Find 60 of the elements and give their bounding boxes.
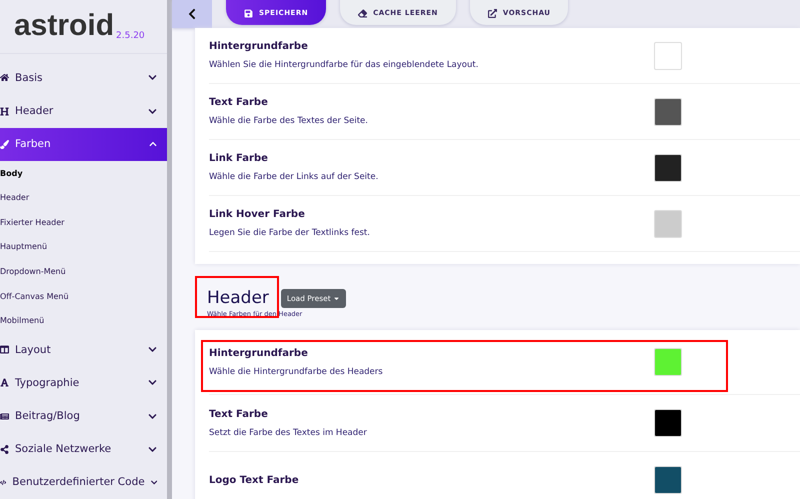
- color-swatch[interactable]: [654, 210, 682, 238]
- setting-title: Hintergrundfarbe: [209, 41, 309, 52]
- chevron-left-icon: [186, 8, 198, 20]
- chevron-down-icon: [148, 345, 157, 354]
- color-swatch[interactable]: [654, 42, 682, 70]
- save-icon: [244, 8, 253, 18]
- setting-title: Text Farbe: [209, 97, 269, 108]
- setting-title: Link Hover Farbe: [209, 209, 306, 220]
- chevron-down-icon: [148, 444, 157, 454]
- back-button[interactable]: [172, 0, 212, 28]
- nav-item[interactable]: Layout: [0, 333, 167, 366]
- nav-item[interactable]: Benutzerdefinierter Code: [0, 466, 167, 499]
- submenu-item[interactable]: Mobilmenü: [0, 308, 167, 334]
- setting-description: Legen Sie die Farbe der Textlinks fest.: [209, 228, 371, 238]
- submenu-item[interactable]: Fixierter Header: [0, 210, 167, 235]
- caret-icon: [332, 294, 340, 302]
- color-swatch[interactable]: [654, 348, 682, 376]
- setting-title: Logo Text Farbe: [209, 474, 300, 486]
- setting-description: Wähle die Farbe des Textes der Seite.: [209, 116, 369, 126]
- nav-item[interactable]: Soziale Netzwerke: [0, 432, 167, 466]
- setting-description: Wähle die Farbe der Links auf der Seite.: [209, 172, 380, 182]
- nav-item[interactable]: Beitrag/Blog: [0, 399, 167, 433]
- submenu-item[interactable]: Body: [0, 160, 167, 186]
- newspaper-icon: [0, 412, 9, 421]
- share-icon: [0, 444, 9, 454]
- setting-title: Hintergrundfarbe: [209, 348, 309, 358]
- brush-icon: [0, 140, 9, 149]
- chevron-down-icon: [148, 412, 157, 421]
- setting-title: Link Farbe: [209, 153, 269, 164]
- submenu-item[interactable]: Hauptmenü: [0, 234, 167, 260]
- letter-icon: [0, 378, 9, 388]
- eraser-icon: [358, 8, 368, 18]
- nav-item[interactable]: Basis: [0, 61, 167, 94]
- chevron-down-icon: [148, 73, 157, 82]
- color-swatch[interactable]: [654, 466, 682, 494]
- nav-item[interactable]: Header: [0, 94, 167, 128]
- chevron-down-icon: [148, 106, 157, 116]
- home-icon: [0, 73, 9, 82]
- external-link-icon: [488, 8, 497, 18]
- version-label: 2.5.20: [116, 30, 145, 41]
- heading-icon: [0, 106, 9, 116]
- columns-icon: [0, 345, 9, 354]
- chevron-up-icon: [149, 140, 157, 148]
- setting-description: Setzt die Farbe des Textes im Header: [209, 428, 368, 438]
- color-swatch[interactable]: [654, 154, 682, 182]
- code-icon: [0, 478, 6, 487]
- setting-description: Wähle die Hintergrundfarbe des Headers: [209, 366, 384, 376]
- section-title: Header: [207, 288, 269, 308]
- color-swatch[interactable]: [654, 98, 682, 126]
- setting-description: Wählen Sie die Hintergrundfarbe für das eingeblendete Layout.: [209, 60, 480, 70]
- submenu-item[interactable]: Header: [0, 185, 167, 210]
- logo: astroid: [14, 10, 114, 41]
- chevron-down-icon: [150, 478, 157, 487]
- nav-item[interactable]: Farben: [0, 128, 167, 161]
- setting-title: Text Farbe: [209, 408, 269, 420]
- color-swatch[interactable]: [654, 409, 682, 437]
- nav-item[interactable]: Typographie: [0, 366, 167, 400]
- submenu-item[interactable]: Dropdown-Menü: [0, 259, 167, 284]
- submenu-item[interactable]: Off-Canvas Menü: [0, 284, 167, 309]
- chevron-down-icon: [148, 378, 157, 388]
